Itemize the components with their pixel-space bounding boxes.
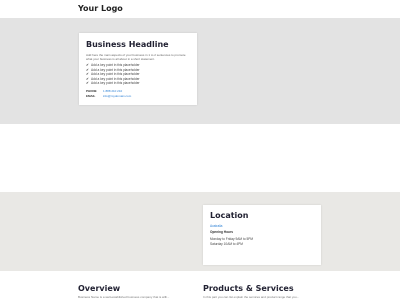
business-card: Business Headline Add here the main aspe… <box>79 33 197 105</box>
business-description: Add here the main aspects of your busine… <box>86 53 186 61</box>
products-services-title: Products & Services <box>203 284 294 293</box>
key-point: ✔ Add a key point in this placeholder <box>86 81 140 85</box>
phone-label: PHONE <box>86 88 97 93</box>
info-section <box>0 271 400 300</box>
site-logo[interactable]: Your Logo <box>78 4 123 13</box>
overview-title: Overview <box>78 284 121 293</box>
location-card: Location Australia Opening Hours Monday … <box>203 205 321 265</box>
spacer-section <box>0 124 400 192</box>
location-link[interactable]: Australia <box>210 224 315 228</box>
overview-text: Business Name is a well-established busi… <box>78 295 170 299</box>
location-section <box>0 192 400 271</box>
key-points-list: ✔ Add a key point in this placeholder ✔ Ad… <box>86 63 191 86</box>
email-link[interactable]: info@mydomain.com <box>103 94 191 98</box>
contact-info: PHONE 1 888 210 210 EMAIL info@mydomain.… <box>86 89 191 99</box>
hours-line: Saturday 10AM to 4PM <box>210 241 243 246</box>
hero-section <box>0 18 400 124</box>
products-services-text: In this part you can list explain the se… <box>203 295 300 299</box>
opening-hours-label: Opening Hours <box>210 230 234 234</box>
location-title: Location <box>210 211 249 220</box>
business-headline: Business Headline <box>86 40 169 49</box>
phone-link[interactable]: 1 888 210 210 <box>103 89 191 93</box>
opening-hours: Monday to Friday 9AM to 5PM Saturday 10A… <box>210 237 315 246</box>
site-header: Your Logo <box>0 0 400 18</box>
email-label: EMAIL <box>86 94 96 98</box>
